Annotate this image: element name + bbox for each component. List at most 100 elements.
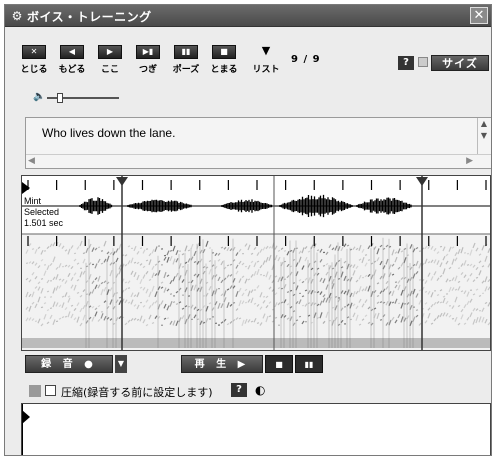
window-title: ボイス・トレーニング: [27, 10, 152, 24]
spectrogram-streak: [439, 301, 443, 304]
compress-row: 圧縮(録音する前に設定します) ? ◐: [29, 383, 489, 399]
spectrogram-low-band: [22, 338, 490, 348]
spectrogram-streak: [46, 290, 50, 293]
size-button[interactable]: サイズ: [431, 55, 489, 71]
globe-icon[interactable]: ◐: [255, 383, 265, 397]
spectrogram-streak: [346, 244, 350, 247]
waveform-duration: 1.501 sec: [24, 218, 64, 228]
volume-thumb[interactable]: [57, 93, 63, 103]
spectrogram-streak: [262, 295, 266, 298]
spectrogram-streak: [97, 246, 101, 249]
stop-icon: ■: [212, 45, 236, 59]
spectrogram-streak: [124, 281, 128, 284]
back-icon: ◀: [60, 45, 84, 59]
play-here-icon: ▶: [98, 45, 122, 59]
record-dropdown-icon[interactable]: ▼: [115, 355, 127, 373]
play-here-button[interactable]: ▶ ここ: [95, 45, 125, 77]
spectrogram-streak: [34, 320, 38, 323]
spectrogram-streak: [451, 317, 455, 320]
gear-icon: ⚙: [11, 9, 23, 23]
stop-label: とまる: [210, 65, 238, 75]
spectrogram-streak: [175, 303, 179, 306]
play-button[interactable]: 再 生 ▶: [181, 355, 263, 373]
scroll-down-icon[interactable]: ▼: [478, 130, 490, 142]
spectrogram-streak: [283, 249, 287, 252]
stop-button[interactable]: ■ とまる: [209, 45, 239, 77]
back-label: もどる: [58, 65, 86, 75]
record-button[interactable]: 録 音 ●: [25, 355, 113, 373]
next-label: つぎ: [138, 65, 157, 75]
speaker-icon: 🔈: [33, 91, 46, 102]
spectrogram-streak: [181, 265, 185, 268]
compress-checkbox[interactable]: [45, 385, 56, 396]
sentence-text: Who lives down the lane.: [42, 126, 176, 140]
spectrogram-streak: [229, 263, 233, 266]
spectrogram-streak: [139, 247, 143, 250]
spectrogram-streak: [238, 317, 242, 320]
list-button[interactable]: ▼ リスト: [251, 45, 281, 77]
pause-icon: ▮▮: [174, 45, 198, 59]
spectrogram-streak: [100, 250, 104, 252]
spectrogram-streak: [367, 259, 371, 262]
play-here-label: ここ: [100, 65, 119, 75]
spectrogram-streak: [172, 301, 176, 304]
recording-panel[interactable]: [21, 403, 491, 455]
volume-slider[interactable]: [47, 93, 119, 103]
playhead-arrow-icon: [22, 182, 30, 194]
spectrogram-streak: [76, 291, 80, 294]
spectrogram-streak: [40, 277, 44, 280]
spectrogram-streak: [475, 276, 479, 279]
playback-stop-button[interactable]: ■: [265, 355, 293, 373]
playhead-marker-icon[interactable]: [22, 410, 30, 424]
close-lesson-label: とじる: [20, 65, 48, 75]
spectrogram-streak: [151, 322, 155, 325]
compress-label: 圧縮(録音する前に設定します): [61, 386, 213, 399]
spectrogram-streak: [169, 293, 173, 295]
spectrogram-streak: [379, 301, 383, 304]
record-play-controls: 録 音 ● ▼ 再 生 ▶ ■ ▮▮: [25, 355, 491, 375]
spectrogram-streak: [466, 264, 470, 266]
waveform-spectrogram[interactable]: Mint Selected 1.501 sec: [21, 175, 491, 351]
scroll-up-icon[interactable]: ▲: [478, 118, 490, 130]
help-button[interactable]: ?: [398, 56, 414, 70]
list-label: リスト: [252, 65, 280, 75]
sentence-hscroll[interactable]: ◀ ▶: [26, 154, 491, 168]
title-bar[interactable]: ⚙ ボイス・トレーニング ✕: [5, 5, 491, 27]
back-button[interactable]: ◀ もどる: [57, 45, 87, 77]
compress-indicator: [29, 385, 41, 397]
waveform-info: Mint Selected 1.501 sec: [24, 196, 63, 229]
sentence-vscroll[interactable]: ▲ ▼: [477, 118, 491, 154]
scroll-left-icon[interactable]: ◀: [28, 156, 35, 166]
spectrogram-streak: [169, 249, 173, 252]
pause-label: ポーズ: [172, 65, 200, 75]
close-x-icon: ✕: [22, 45, 46, 59]
spectrogram-streak: [442, 295, 446, 298]
compress-help-button[interactable]: ?: [231, 383, 247, 397]
size-checkbox[interactable]: [418, 57, 428, 67]
waveform-envelope: [79, 194, 412, 218]
spectrogram-streak: [187, 249, 191, 252]
spectrogram-streak: [418, 289, 422, 292]
spectrogram-streak: [316, 249, 320, 252]
scroll-right-icon[interactable]: ▶: [466, 156, 473, 166]
spectrogram-streak: [31, 248, 35, 251]
spectrogram-streak: [322, 264, 326, 267]
selection-marker-icon: [116, 177, 128, 186]
next-button[interactable]: ▶▮ つぎ: [133, 45, 163, 77]
spectrogram-streak: [301, 295, 305, 298]
spectrogram-streak: [286, 291, 290, 294]
close-lesson-button[interactable]: ✕ とじる: [19, 45, 49, 77]
voice-training-window: ⚙ ボイス・トレーニング ✕ ✕ とじる ◀ もどる ▶ ここ ▶▮ つぎ ▮▮…: [4, 4, 492, 456]
spectrogram-streak: [253, 302, 257, 305]
spectrogram-streak: [226, 264, 230, 267]
spectrogram-streak: [379, 319, 383, 321]
spectrogram-streak: [100, 262, 104, 265]
spectrogram-streak: [64, 315, 68, 318]
playback-pause-button[interactable]: ▮▮: [295, 355, 323, 373]
waveform-graph[interactable]: [22, 176, 491, 351]
spectrogram-streak: [145, 259, 149, 262]
pause-button[interactable]: ▮▮ ポーズ: [171, 45, 201, 77]
sentence-box[interactable]: Who lives down the lane. ▲ ▼ ◀ ▶: [25, 117, 491, 169]
close-icon[interactable]: ✕: [470, 7, 488, 24]
spectrogram-streak: [250, 320, 254, 323]
